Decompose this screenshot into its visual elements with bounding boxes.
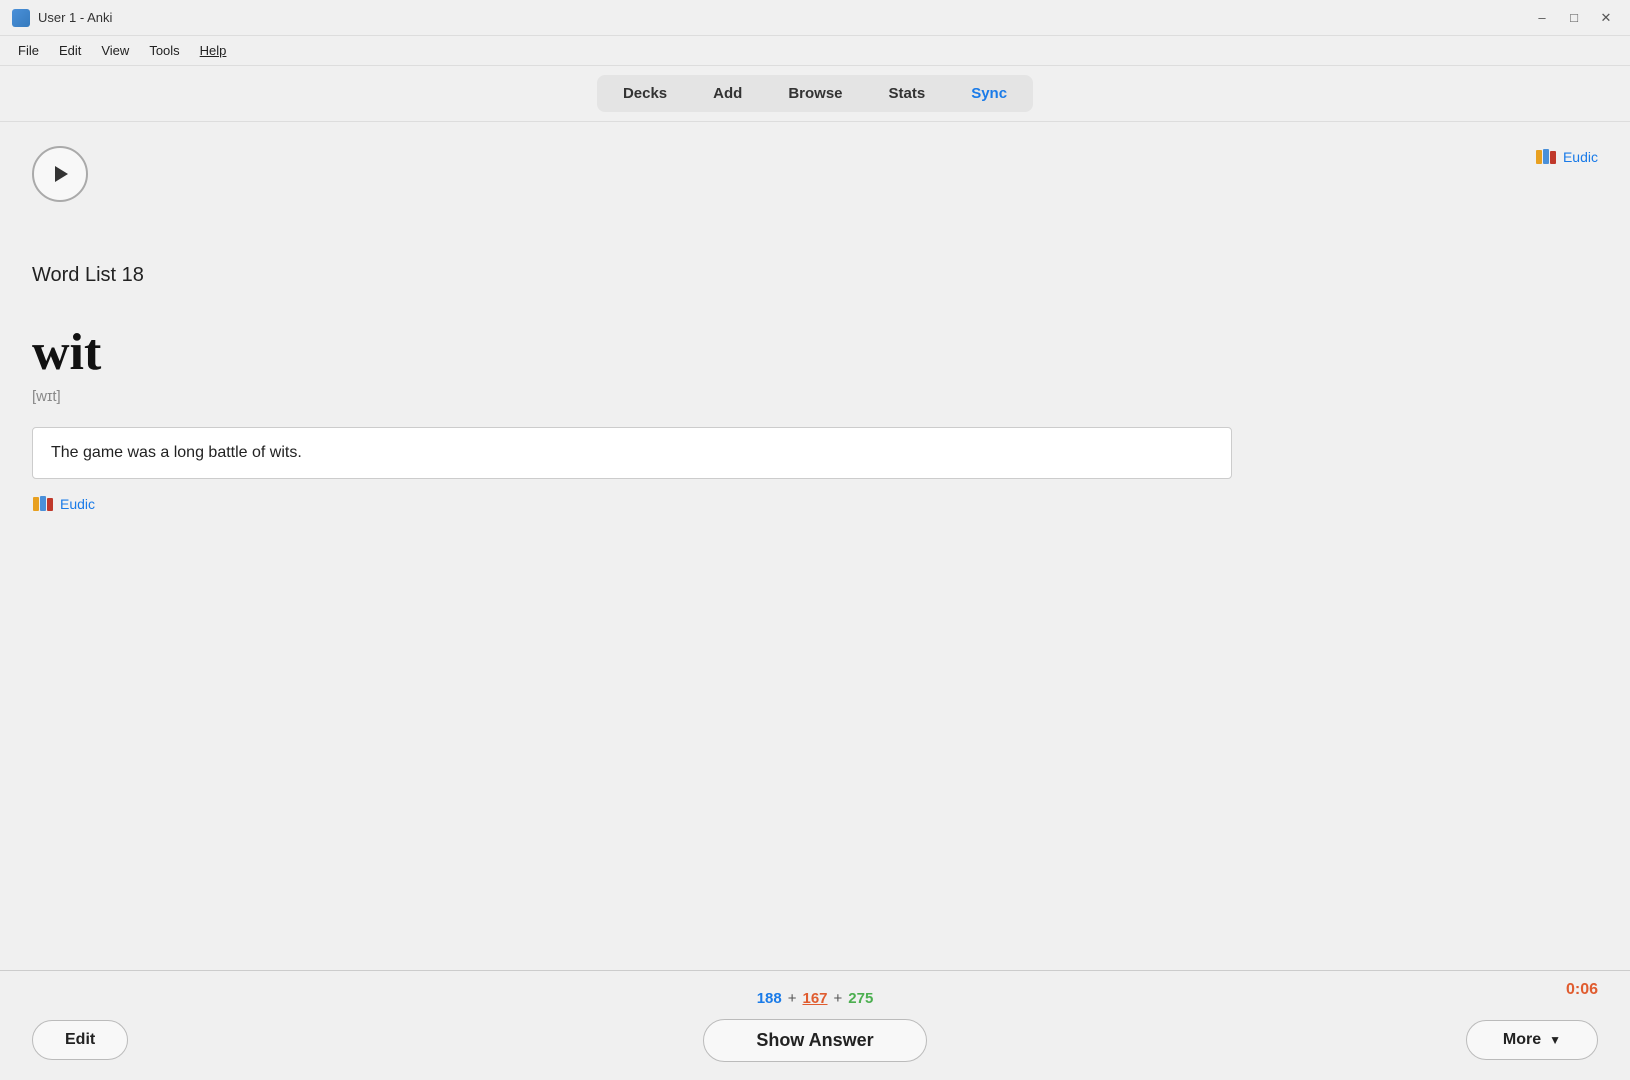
- menu-edit[interactable]: Edit: [49, 39, 91, 62]
- deck-name: Word List 18: [32, 264, 144, 287]
- tab-decks[interactable]: Decks: [601, 79, 689, 108]
- nav-bar: Decks Add Browse Stats Sync: [0, 66, 1630, 122]
- more-chevron-icon: ▼: [1549, 1033, 1561, 1047]
- maximize-button[interactable]: □: [1562, 6, 1586, 30]
- bottom-buttons: Edit Show Answer More ▼: [32, 1019, 1598, 1062]
- menu-view[interactable]: View: [91, 39, 139, 62]
- title-bar: User 1 - Anki – □ ✕: [0, 0, 1630, 36]
- eudic-top-right-link[interactable]: Eudic: [1535, 146, 1598, 168]
- menu-bar: File Edit View Tools Help: [0, 36, 1630, 66]
- play-icon: [48, 162, 72, 186]
- eudic-bottom-link[interactable]: Eudic: [32, 493, 1598, 515]
- sentence-box: The game was a long battle of wits.: [32, 427, 1232, 479]
- eudic-bottom-label: Eudic: [60, 496, 95, 512]
- eudic-bottom-icon: [32, 493, 54, 515]
- word-display: wit: [32, 323, 1598, 382]
- edit-button[interactable]: Edit: [32, 1020, 128, 1060]
- audio-play-button[interactable]: [32, 146, 88, 202]
- nav-tabs-container: Decks Add Browse Stats Sync: [597, 75, 1033, 112]
- menu-file[interactable]: File: [8, 39, 49, 62]
- tab-stats[interactable]: Stats: [867, 79, 948, 108]
- window-title: User 1 - Anki: [38, 10, 1530, 25]
- deck-header: Word List 18: [32, 146, 1598, 287]
- more-button[interactable]: More ▼: [1466, 1020, 1598, 1060]
- more-button-label: More: [1503, 1031, 1541, 1049]
- stat-green: 275: [848, 990, 873, 1007]
- minimize-button[interactable]: –: [1530, 6, 1554, 30]
- timer-display: 0:06: [1566, 981, 1598, 999]
- tab-sync[interactable]: Sync: [949, 79, 1029, 108]
- main-content: Eudic Word List 18 wit [wɪt] The game wa…: [0, 122, 1630, 970]
- sentence-text: The game was a long battle of wits.: [51, 444, 302, 461]
- eudic-top-right-icon: [1535, 146, 1557, 168]
- tab-add[interactable]: Add: [691, 79, 764, 108]
- eudic-top-right-label: Eudic: [1563, 149, 1598, 165]
- window-controls: – □ ✕: [1530, 6, 1618, 30]
- stat-sep-1: +: [788, 990, 797, 1007]
- menu-tools[interactable]: Tools: [139, 39, 189, 62]
- bottom-bar: 0:06 188 + 167 + 275 Edit Show Answer Mo…: [0, 970, 1630, 1080]
- tab-browse[interactable]: Browse: [766, 79, 864, 108]
- show-answer-button[interactable]: Show Answer: [703, 1019, 926, 1062]
- close-button[interactable]: ✕: [1594, 6, 1618, 30]
- app-icon: [12, 9, 30, 27]
- menu-help[interactable]: Help: [190, 39, 237, 62]
- word-phonetic: [wɪt]: [32, 388, 1598, 405]
- stat-sep-2: +: [834, 990, 843, 1007]
- stat-red: 167: [802, 990, 827, 1007]
- stat-blue: 188: [757, 990, 782, 1007]
- stats-row: 188 + 167 + 275: [757, 990, 874, 1007]
- word-section: wit [wɪt]: [32, 323, 1598, 405]
